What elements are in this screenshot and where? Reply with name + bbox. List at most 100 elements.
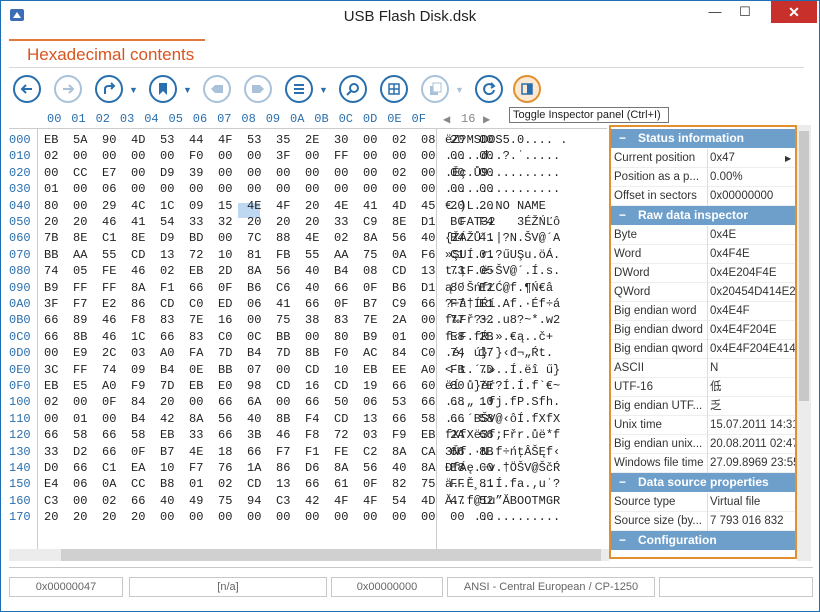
text-next-button[interactable]: ▶: [483, 112, 490, 127]
hex-row[interactable]: 01 00 06 00 00 00 00 00 00 00 00 00 00 0…: [44, 182, 494, 196]
bookmark-dropdown[interactable]: ▼: [183, 85, 192, 95]
inspector-section-header[interactable]: − Status information: [611, 129, 795, 148]
text-row[interactable]: f‰Fř?~..u8?~*.w2: [445, 313, 560, 327]
inspector-row[interactable]: ASCII N: [611, 359, 795, 378]
expand-arrow-icon[interactable]: ▶: [785, 149, 791, 168]
toggle-inspector-button[interactable]: [513, 75, 541, 103]
inspector-row[interactable]: Windows file time 27.09.8969 23:55: [611, 454, 795, 473]
text-row[interactable]: ëZ?MSDOS5.0.... .: [445, 133, 567, 147]
hex-row[interactable]: 3C FF 74 09 B4 0E BB 07 00 CD 10 EB EE A…: [44, 363, 494, 377]
text-row[interactable]: 3Ňf.·N.f÷ńţÂŠĘf‹: [445, 445, 560, 459]
next-bookmark-button[interactable]: [244, 75, 272, 103]
horizontal-scrollbar-thumb[interactable]: [61, 549, 601, 561]
list-button[interactable]: [285, 75, 313, 103]
inspector-row[interactable]: Big endian qword 0x4E4F204E414D4520: [611, 340, 795, 359]
hex-row[interactable]: 7B 8E C1 8E D9 BD 00 7C 88 4E 02 8A 56 4…: [44, 231, 494, 245]
inspector-section-header[interactable]: − Raw data inspector: [611, 206, 795, 225]
list-dropdown[interactable]: ▼: [319, 85, 328, 95]
maximize-button[interactable]: ☐: [731, 1, 759, 23]
hex-row[interactable]: 80 00 29 4C 1C 09 15 4E 4F 20 4E 41 4D 4…: [44, 199, 494, 213]
hex-row[interactable]: B9 FF FF 8A F1 66 0F B6 C6 40 66 0F B6 D…: [44, 281, 494, 295]
text-row[interactable]: ĐfÁę.÷v.†ÖŠV@ŠčŔ: [445, 461, 560, 475]
back-button[interactable]: [13, 75, 41, 103]
hex-row[interactable]: 20 20 46 41 54 33 32 20 20 20 33 C9 8E D…: [44, 215, 494, 229]
inspector-row[interactable]: Big endian dword 0x4E4F204E: [611, 321, 795, 340]
inspector-row[interactable]: Source size (by... 7 793 016 832: [611, 512, 795, 531]
text-row[interactable]: <˙t.´.»..Í.ëî ű}: [445, 363, 560, 377]
inspector-row[interactable]: Big endian UTF... 乏: [611, 397, 795, 416]
text-row[interactable]: ?÷â†ÍŔí.Af.·Éf÷á: [445, 297, 560, 311]
close-button[interactable]: ✕: [771, 1, 817, 23]
text-row[interactable]: f‹F.fŔ.».€ą..č+: [445, 330, 553, 344]
inspector-row[interactable]: DWord 0x4E204F4E: [611, 264, 795, 283]
text-row[interactable]: ëĺ ů}ëŕ?Í.Í.f`€~: [445, 379, 560, 393]
text-row[interactable]: ................: [445, 182, 560, 196]
hex-row[interactable]: D0 66 C1 EA 10 F7 76 1A 86 D6 8A 56 40 8…: [44, 461, 494, 475]
text-row[interactable]: .Ěç.Ů9..........: [445, 166, 560, 180]
hex-row[interactable]: 02 00 00 00 00 F0 00 00 3F 00 FF 00 00 0…: [44, 149, 494, 163]
text-row[interactable]: fXfXë3f;Fřr.ůë*f: [445, 428, 560, 442]
hex-row[interactable]: EB E5 A0 F9 7D EB E0 98 CD 16 CD 19 66 6…: [44, 379, 494, 393]
text-row[interactable]: ............: [445, 510, 560, 524]
hex-row[interactable]: 66 58 66 58 EB 33 66 3B 46 F8 72 03 F9 E…: [44, 428, 494, 442]
hex-row[interactable]: BB AA 55 CD 13 72 10 81 FB 55 AA 75 0A F…: [44, 248, 494, 262]
collapse-icon[interactable]: −: [619, 206, 626, 225]
hex-row[interactable]: 74 05 FE 46 02 EB 2D 8A 56 40 B4 08 CD 1…: [44, 264, 494, 278]
inspector-row[interactable]: QWord 0x20454D414E204F4E: [611, 283, 795, 302]
collapse-icon[interactable]: −: [619, 531, 626, 550]
hex-row[interactable]: 33 D2 66 0F B7 4E 18 66 F7 F1 FE C2 8A C…: [44, 445, 494, 459]
inspector-row[interactable]: Word 0x4F4E: [611, 245, 795, 264]
text-row[interactable]: .....đ..?.˙.....: [445, 149, 560, 163]
status-encoding[interactable]: ANSI - Central European / CP-1250: [447, 577, 655, 597]
hex-row[interactable]: E4 06 0A CC B8 01 02 CD 13 66 61 0F 82 7…: [44, 477, 494, 491]
text-row[interactable]: Ă..f@Iu”ĂBOOTMGR: [445, 494, 560, 508]
inspector-row[interactable]: UTF-16 低: [611, 378, 795, 397]
copy-dropdown[interactable]: ▼: [455, 85, 464, 95]
go-to-button[interactable]: [95, 75, 123, 103]
text-prev-button[interactable]: ◀: [443, 112, 450, 127]
prev-bookmark-button[interactable]: [203, 75, 231, 103]
refresh-button[interactable]: [475, 75, 503, 103]
inspector-row[interactable]: Byte 0x4E: [611, 226, 795, 245]
minimize-button[interactable]: —: [701, 1, 729, 23]
text-row[interactable]: .é, ú}´}‹đ¬„Ŕt.: [445, 346, 553, 360]
search-button[interactable]: [339, 75, 367, 103]
inspector-row[interactable]: Unix time 15.07.2011 14:31: [611, 416, 795, 435]
hex-row[interactable]: 02 00 0F 84 20 00 66 6A 00 66 50 06 53 6…: [44, 395, 494, 409]
inspector-row[interactable]: Source type Virtual file: [611, 493, 795, 512]
grid-button[interactable]: [380, 75, 408, 103]
hex-row[interactable]: 00 E9 2C 03 A0 FA 7D B4 7D 8B F0 AC 84 C…: [44, 346, 494, 360]
text-row[interactable]: »ŞUÍ.r.?űUŞu.öÁ.: [445, 248, 560, 262]
inspector-row[interactable]: Position as a p... 0.00%: [611, 168, 795, 187]
go-to-dropdown[interactable]: ▼: [129, 85, 138, 95]
text-row[interactable]: ...´BŠV@‹ôÍ.fXfX: [445, 412, 560, 426]
hex-row[interactable]: 66 89 46 F8 83 7E 16 00 75 38 83 7E 2A 0…: [44, 313, 494, 327]
text-row[interactable]: {ŽÁŽŮ˝.|?N.ŠV@´A: [445, 231, 560, 245]
text-row[interactable]: ...„ .fj.fP.Sfh.: [445, 395, 560, 409]
inspector-row[interactable]: Big endian word 0x4E4F: [611, 302, 795, 321]
text-row[interactable]: €.)L...NO NAME: [445, 199, 560, 213]
hex-bytes-column[interactable]: EB 5A 90 4D 53 44 4F 53 35 2E 30 00 02 0…: [37, 129, 494, 549]
text-row[interactable]: t.ţF.ë-ŠV@´.Í.s.: [445, 264, 560, 278]
inspector-section-header[interactable]: − Configuration: [611, 531, 795, 550]
hex-row[interactable]: 3F F7 E2 86 CD C0 ED 06 41 66 0F B7 C9 6…: [44, 297, 494, 311]
hex-row[interactable]: 00 CC E7 00 D9 39 00 00 00 00 00 00 02 0…: [44, 166, 494, 180]
vertical-scrollbar-thumb[interactable]: [799, 131, 809, 401]
hex-row[interactable]: 66 8B 46 1C 66 83 C0 0C BB 00 80 B9 01 0…: [44, 330, 494, 344]
hex-viewer[interactable]: 000 010 020 030 040 050 060 070 080 090 0A0 0B0 0C0 0…: [9, 128, 607, 549]
inspector-row[interactable]: Big endian unix... 20.08.2011 02:47: [611, 435, 795, 454]
hex-row[interactable]: 20 20 20 20 00 00 00 00 00 00 00 00 00 0…: [44, 510, 494, 524]
inspector-section-header[interactable]: − Data source properties: [611, 473, 795, 492]
text-column[interactable]: ëZ?MSDOS5.0.... . .....đ..?.˙..... .Ěç.Ů9.…: [445, 129, 597, 549]
hex-row[interactable]: C3 00 02 66 40 49 75 94 C3 42 4F 4F 54 4…: [44, 494, 494, 508]
text-row[interactable]: FAT32 3ÉŽŃĽô: [445, 215, 560, 229]
text-row[interactable]: ą˙˙ŠńfĽĆ@f.¶Ń€â: [445, 281, 553, 295]
copy-button[interactable]: [421, 75, 449, 103]
collapse-icon[interactable]: −: [619, 129, 626, 148]
bookmark-button[interactable]: [149, 75, 177, 103]
hex-row[interactable]: EB 5A 90 4D 53 44 4F 53 35 2E 30 00 02 0…: [44, 133, 494, 147]
collapse-icon[interactable]: −: [619, 473, 626, 492]
forward-button[interactable]: [54, 75, 82, 103]
hex-row[interactable]: 00 01 00 B4 42 8A 56 40 8B F4 CD 13 66 5…: [44, 412, 494, 426]
inspector-row[interactable]: Current position 0x47 ▶: [611, 149, 795, 168]
